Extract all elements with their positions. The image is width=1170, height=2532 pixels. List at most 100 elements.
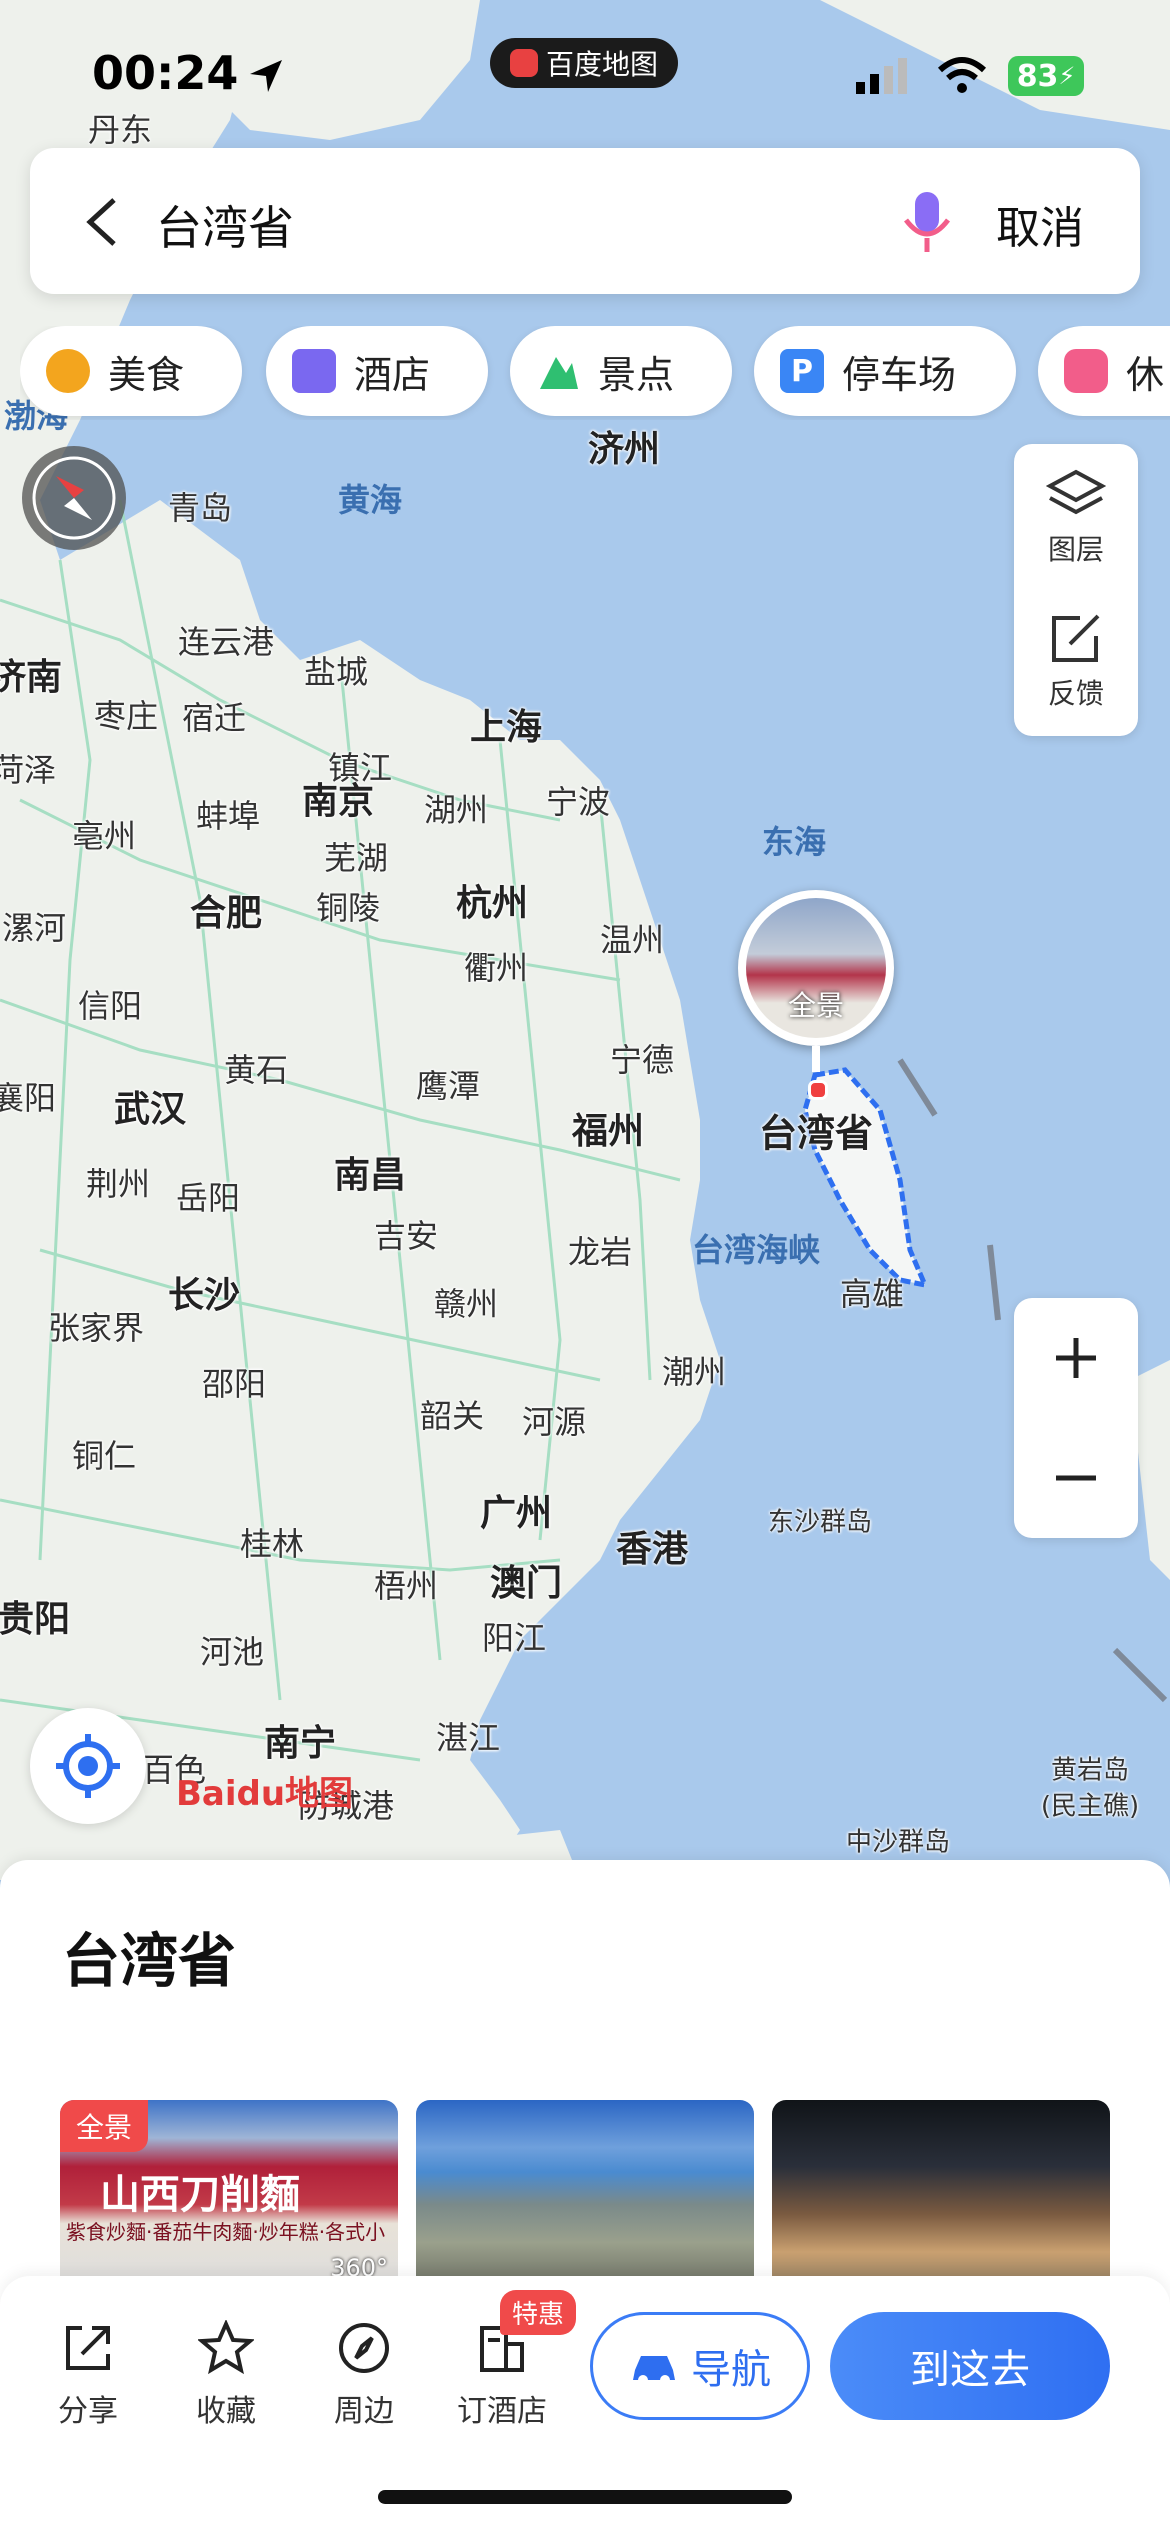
deal-badge: 特惠 [500, 2290, 577, 2335]
map-label[interactable]: 温州 [600, 915, 664, 961]
map-label[interactable]: 亳州 [72, 811, 136, 857]
map-label[interactable]: 衢州 [464, 943, 528, 989]
photo-panorama[interactable]: 全景 山西刀削麵 紫食炒麵·番茄牛肉麵·炒年糕·各式小 360° [60, 2100, 398, 2290]
map-label[interactable]: 南昌 [334, 1146, 406, 1198]
map-label[interactable]: 赣州 [434, 1279, 498, 1325]
map-label[interactable]: 上海 [470, 698, 542, 750]
feedback-button[interactable]: 反馈 [1014, 610, 1138, 712]
hotel-icon [292, 349, 336, 393]
zoom-in-button[interactable] [1014, 1298, 1138, 1418]
microphone-icon[interactable] [900, 188, 954, 258]
map-label[interactable]: 南宁 [264, 1714, 336, 1766]
compass-button[interactable] [22, 446, 126, 550]
map-label[interactable]: 武汉 [114, 1080, 186, 1132]
map-label[interactable]: 张家界 [48, 1303, 144, 1349]
chip-hotel[interactable]: 酒店 [266, 326, 488, 416]
book-hotel-button[interactable]: 订酒店 [442, 2320, 562, 2430]
map-label[interactable]: 澳门 [490, 1554, 562, 1606]
map-label[interactable]: 漯河 [2, 903, 66, 949]
locate-button[interactable] [30, 1708, 146, 1824]
chip-label: 停车场 [842, 352, 957, 397]
map-label[interactable]: 宁波 [546, 777, 610, 823]
map-label[interactable]: 湖州 [424, 785, 488, 831]
cancel-button[interactable]: 取消 [996, 192, 1084, 256]
map-label[interactable]: (民主礁) [1041, 1786, 1139, 1823]
parking-icon: P [780, 349, 824, 393]
search-input[interactable]: 台湾省 [156, 192, 294, 258]
map-label[interactable]: 贵阳 [0, 1590, 70, 1642]
share-button[interactable]: 分享 [28, 2320, 148, 2430]
map-label[interactable]: 福州 [572, 1102, 644, 1154]
go-here-button[interactable]: 到这去 [830, 2312, 1110, 2420]
layers-button[interactable]: 图层 [1014, 466, 1138, 568]
target-label: 台湾省 [758, 1111, 874, 1156]
map-label[interactable]: 黄岩岛 [1051, 1750, 1129, 1787]
status-bar: 00:24 百度地图 83 ⚡ [0, 0, 1170, 140]
map-label[interactable]: 湛江 [436, 1713, 500, 1759]
zoom-out-button[interactable] [1014, 1418, 1138, 1538]
map-label[interactable]: 广州 [480, 1484, 552, 1536]
map-label[interactable]: 阳江 [482, 1613, 546, 1659]
map-label[interactable]: 潮州 [662, 1347, 726, 1393]
map-label[interactable]: 梧州 [374, 1561, 438, 1607]
map-label[interactable]: 邵阳 [202, 1359, 266, 1405]
panorama-marker[interactable]: 全景 [738, 890, 894, 1072]
map-label[interactable]: 东海 [762, 817, 826, 863]
chip-scenic[interactable]: 景点 [510, 326, 732, 416]
map-label[interactable]: 台湾海峡 [692, 1225, 820, 1271]
panorama-label: 全景 [787, 989, 844, 1022]
map-label[interactable]: 中沙群岛 [846, 1822, 950, 1859]
navigate-button[interactable]: 导航 [590, 2312, 810, 2420]
map-label[interactable]: 芜湖 [324, 833, 388, 879]
map-label[interactable]: 岳阳 [176, 1173, 240, 1219]
chip-food[interactable]: 美食 [20, 326, 242, 416]
map-label[interactable]: 南京 [302, 772, 374, 824]
chip-leisure[interactable]: 休 [1038, 326, 1170, 416]
food-icon [46, 349, 90, 393]
map-label[interactable]: 荆州 [86, 1159, 150, 1205]
map-label[interactable]: 河源 [522, 1397, 586, 1443]
map-label[interactable]: 吉安 [374, 1211, 438, 1257]
minus-icon [1056, 1475, 1096, 1481]
map-label[interactable]: 菏泽 [0, 745, 56, 791]
map-label[interactable]: 青岛 [168, 483, 232, 529]
map-label[interactable]: 济南 [0, 648, 62, 700]
favorite-button[interactable]: 收藏 [166, 2320, 286, 2430]
map-label[interactable]: 枣庄 [94, 691, 158, 737]
charging-icon: ⚡ [1058, 62, 1076, 90]
map-label[interactable]: 宁德 [610, 1035, 674, 1081]
map-label[interactable]: 合肥 [190, 884, 262, 936]
map-label[interactable]: 襄阳 [0, 1073, 56, 1119]
nearby-label: 周边 [334, 2394, 394, 2429]
cellular-signal-icon [856, 58, 907, 94]
map-label[interactable]: 高雄 [840, 1269, 904, 1315]
map-label[interactable]: 韶关 [420, 1391, 484, 1437]
favorite-label: 收藏 [196, 2394, 256, 2429]
photo-coast[interactable] [416, 2100, 754, 2290]
map-label[interactable]: 河池 [200, 1627, 264, 1673]
map-label[interactable]: 济州 [588, 420, 660, 472]
map-label[interactable]: 杭州 [456, 874, 528, 926]
chip-parking[interactable]: P 停车场 [754, 326, 1016, 416]
map-label[interactable]: 鹰潭 [416, 1061, 480, 1107]
map-label[interactable]: 连云港 [178, 617, 274, 663]
map-label[interactable]: 长沙 [168, 1266, 240, 1318]
photo-night-street[interactable] [772, 2100, 1110, 2290]
map-label[interactable]: 黄石 [224, 1045, 288, 1091]
map-label[interactable]: 桂林 [240, 1519, 304, 1565]
map-label[interactable]: 铜仁 [72, 1431, 136, 1477]
map-label[interactable]: 东沙群岛 [768, 1502, 872, 1539]
map-label[interactable]: 黄海 [338, 475, 402, 521]
map-label[interactable]: 盐城 [304, 647, 368, 693]
location-pin [808, 1080, 828, 1100]
map-label[interactable]: 龙岩 [568, 1227, 632, 1273]
map-label[interactable]: 香港 [616, 1520, 688, 1572]
layers-label: 图层 [1047, 533, 1104, 566]
zoom-controls [1014, 1298, 1138, 1538]
map-label[interactable]: 宿迁 [182, 693, 246, 739]
nearby-button[interactable]: 周边 [304, 2320, 424, 2430]
map-label[interactable]: 信阳 [78, 981, 142, 1027]
map-label[interactable]: 蚌埠 [196, 791, 260, 837]
map-label[interactable]: 铜陵 [316, 883, 380, 929]
back-icon[interactable] [76, 192, 132, 252]
